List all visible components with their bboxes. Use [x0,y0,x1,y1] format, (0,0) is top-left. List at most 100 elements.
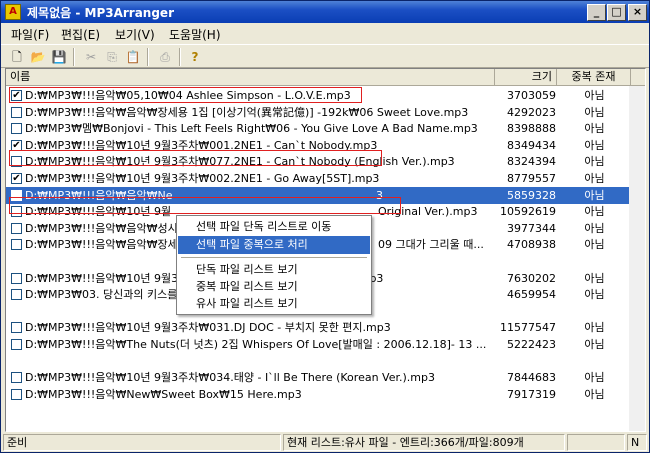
row-duplicate-flag: 아님 [584,371,605,385]
highlight-box [9,87,362,103]
row-file-path: D:₩MP3₩!!!음악₩10년 9월3주차₩002.2NE1 - Go Awa… [25,172,380,185]
vertical-scrollbar[interactable] [629,86,645,431]
row-duplicate-flag: 아님 [584,321,605,335]
row-file-size: 7630202 [507,271,556,285]
table-row[interactable]: D:₩MP3₩!!!음악₩음악₩장세용 1집 [이상기억(異常記億)] -192… [6,104,631,121]
open-folder-icon[interactable]: 📂 [28,48,48,66]
menu-show-single-list[interactable]: 단독 파일 리스트 보기 [178,261,370,279]
paste-icon[interactable]: 📋 [123,48,143,66]
menu-edit[interactable]: 편집(E) [61,26,100,43]
row-file-path: D:₩MP3₩!!!음악₩The Nuts(더 넛츠) 2집 Whispers … [25,338,487,351]
status-num-indicator: N [627,434,647,451]
row-checkbox[interactable] [11,123,22,135]
row-file-size: 5222423 [507,338,556,351]
list-header: 이름 크기 중복 존재 [6,69,645,86]
row-duplicate-flag: 아님 [584,387,605,401]
row-file-size: 4292023 [507,105,556,119]
context-menu: 선택 파일 단독 리스트로 이동 선택 파일 중복으로 처리 단독 파일 리스트… [176,215,372,315]
row-duplicate-flag: 아님 [584,221,605,235]
row-duplicate-flag: 아님 [584,89,605,102]
app-window: A 제목없음 - MP3Arranger _ □ × 파일(F) 편집(E) 보… [0,0,650,453]
row-file-path: D:₩MP3₩멤₩Bonjovi - This Left Feels Right… [25,122,478,136]
row-file-size: 11577547 [500,321,556,335]
toolbar-separator [179,48,181,66]
row-file-size: 10592619 [500,205,556,219]
row-file-path: D:₩MP3₩!!!음악₩10년 9월3주차₩034.태양 - I`ll Be … [25,371,435,385]
menu-bar: 파일(F) 편집(E) 보기(V) 도움말(H) [1,23,649,44]
row-duplicate-flag: 아님 [584,172,605,185]
row-file-size: 8324394 [507,155,556,169]
print-icon[interactable]: ⎙ [155,48,175,66]
toolbar-separator [147,48,149,66]
row-checkbox[interactable] [11,272,22,284]
menu-view[interactable]: 보기(V) [115,26,155,43]
row-file-size: 4708938 [507,238,556,252]
row-duplicate-flag: 아님 [584,238,605,252]
table-row[interactable]: ✔ D:₩MP3₩!!!음악₩10년 9월3주차₩002.2NE1 - Go Aw… [6,170,631,187]
column-header-size[interactable]: 크기 [495,69,557,86]
row-file-path: D:₩MP3₩!!!음악₩New₩Sweet Box₩15 Here.mp3 [25,387,302,401]
row-checkbox[interactable] [11,222,22,234]
row-duplicate-flag: 아님 [584,188,605,202]
title-bar[interactable]: A 제목없음 - MP3Arranger _ □ × [1,1,649,23]
maximize-button[interactable]: □ [607,4,626,21]
row-file-path: D:₩MP3₩!!!음악₩음악₩장세용 1집 [이상기억(異常記億)] -192… [25,105,469,119]
copy-icon[interactable]: ⎘ [102,48,122,66]
menu-file[interactable]: 파일(F) [11,26,49,43]
help-icon[interactable]: ? [185,48,205,66]
row-duplicate-flag: 아님 [584,271,605,285]
row-file-size: 3703059 [507,89,556,102]
row-checkbox[interactable] [11,289,22,301]
row-duplicate-flag: 아님 [584,105,605,119]
cut-icon[interactable]: ✂ [81,48,101,66]
column-header-dup[interactable]: 중복 존재 [557,69,631,86]
menu-help[interactable]: 도움말(H) [169,26,221,43]
toolbar: 🗋 📂 💾 ✂ ⎘ 📋 ⎙ ? [1,44,649,68]
menu-show-duplicate-list[interactable]: 중복 파일 리스트 보기 [178,278,370,296]
status-ready: 준비 [3,434,281,451]
menu-separator [181,257,367,258]
table-row[interactable]: D:₩MP3₩!!!음악₩New₩Sweet Box₩15 Here.mp3 79… [6,386,631,403]
menu-move-to-single-list[interactable]: 선택 파일 단독 리스트로 이동 [178,218,370,236]
column-header-name[interactable]: 이름 [6,69,495,86]
table-row[interactable]: D:₩MP3₩!!!음악₩The Nuts(더 넛츠) 2집 Whispers … [6,336,631,353]
app-icon: A [5,4,21,20]
row-file-size: 7917319 [507,387,556,401]
window-title: 제목없음 - MP3Arranger [27,6,174,20]
row-checkbox[interactable]: ✔ [11,173,22,184]
status-extra [567,434,625,451]
table-row[interactable]: D:₩MP3₩멤₩Bonjovi - This Left Feels Right… [6,120,631,137]
row-duplicate-flag: 아님 [584,122,605,136]
new-file-icon[interactable]: 🗋 [7,48,27,66]
row-file-path: D:₩MP3₩!!!음악₩10년 9월3주차₩031.DJ DOC - 부치지 … [25,321,391,335]
row-file-path-tail: 09 그대가 그리울 때... [378,238,484,252]
minimize-button[interactable]: _ [587,4,606,21]
row-file-size: 8779557 [507,172,556,185]
row-duplicate-flag: 아님 [584,288,605,302]
row-checkbox[interactable] [11,239,22,251]
row-file-size: 4659954 [507,288,556,302]
row-file-size: 5859328 [507,188,556,202]
table-row-empty[interactable] [6,353,631,370]
status-list-info: 현재 리스트:유사 파일 - 엔트리:366개/파일:809개 [283,434,565,451]
highlight-box [9,150,382,166]
row-checkbox[interactable] [11,372,22,384]
close-button[interactable]: × [628,4,647,21]
row-duplicate-flag: 아님 [584,155,605,169]
row-duplicate-flag: 아님 [584,138,605,152]
menu-show-similar-list[interactable]: 유사 파일 리스트 보기 [178,295,370,313]
row-checkbox[interactable] [11,106,22,118]
row-checkbox[interactable] [11,322,22,334]
save-icon[interactable]: 💾 [49,48,69,66]
status-bar: 준비 현재 리스트:유사 파일 - 엔트리:366개/파일:809개 N [1,433,649,452]
table-row[interactable]: D:₩MP3₩!!!음악₩10년 9월3주차₩034.태양 - I`ll Be … [6,369,631,386]
menu-mark-as-duplicate[interactable]: 선택 파일 중복으로 처리 [178,236,370,254]
toolbar-separator [73,48,75,66]
table-row[interactable]: D:₩MP3₩!!!음악₩10년 9월3주차₩031.DJ DOC - 부치지 … [6,319,631,336]
row-file-size: 7844683 [507,371,556,385]
row-file-size: 8349434 [507,138,556,152]
row-checkbox[interactable] [11,388,22,400]
row-file-size: 3977344 [507,221,556,235]
row-checkbox[interactable] [11,339,22,350]
row-duplicate-flag: 아님 [584,338,605,351]
